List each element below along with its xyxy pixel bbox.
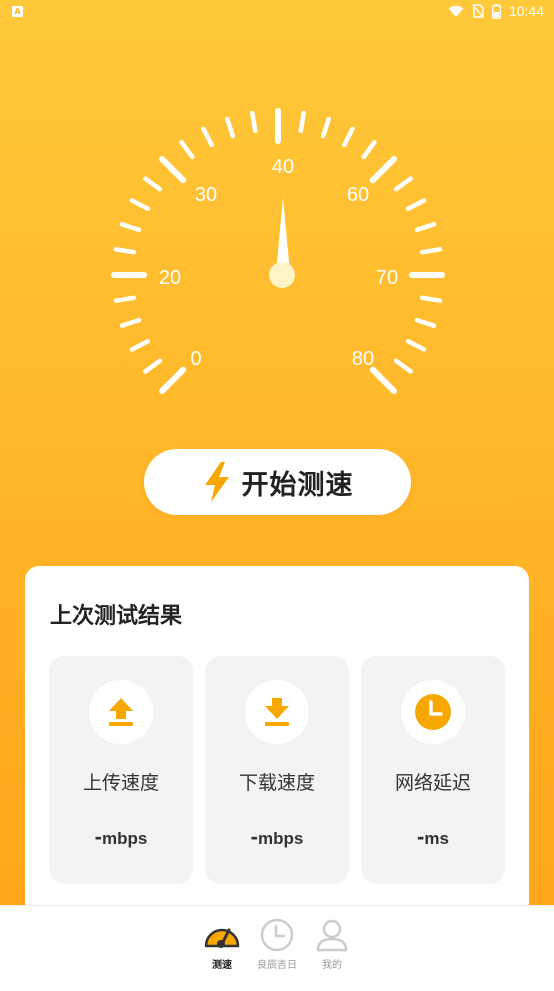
lightning-bolt-icon xyxy=(204,462,229,502)
gauge-tick xyxy=(143,358,163,374)
download-icon-circle xyxy=(245,680,309,744)
no-sim-icon xyxy=(472,4,484,18)
nav-tab-speedtest[interactable]: 测速 xyxy=(192,918,252,971)
gauge-tick xyxy=(129,198,151,211)
gauge-tick xyxy=(369,156,397,184)
battery-icon xyxy=(491,3,501,19)
status-icons: 10:44 xyxy=(448,3,544,19)
nav-label-profile: 我的 xyxy=(322,960,342,971)
latency-label: 网络延迟 xyxy=(394,772,471,794)
gauge-tick xyxy=(419,295,443,303)
wifi-icon xyxy=(448,5,464,17)
nav-tab-profile[interactable]: 我的 xyxy=(302,918,362,971)
upload-speed-box: 上传速度 -mbps xyxy=(49,656,193,884)
gauge-tick xyxy=(369,366,397,394)
gauge-tick xyxy=(159,366,187,394)
gauge-tick xyxy=(393,176,413,192)
gauge-tick xyxy=(342,126,355,148)
download-speed-value: -mbps xyxy=(250,824,304,849)
gauge-ticks xyxy=(111,108,445,394)
upload-speed-value: -mbps xyxy=(94,824,148,849)
upload-speed-label: 上传速度 xyxy=(82,772,159,794)
start-test-label: 开始测速 xyxy=(241,469,354,501)
gauge-label-40: 40 xyxy=(272,156,294,178)
gauge-label-60: 60 xyxy=(347,184,369,206)
user-icon xyxy=(316,919,348,952)
gauge-needle xyxy=(269,197,295,288)
gauge-label-70: 70 xyxy=(376,267,398,289)
download-speed-label: 下载速度 xyxy=(238,772,315,794)
bottom-nav: 测速 良辰吉日 我的 xyxy=(0,905,554,991)
nav-tab-auspicious-days[interactable]: 良辰吉日 xyxy=(247,918,307,971)
latency-value: -ms xyxy=(417,824,449,849)
gauge-tick xyxy=(250,110,258,134)
status-time: 10:44 xyxy=(508,3,544,19)
gauge-tick xyxy=(201,126,214,148)
clock-icon xyxy=(260,918,294,952)
speed-gauge: 0 20 30 40 60 70 80 xyxy=(111,108,445,394)
gauge-tick xyxy=(113,295,137,303)
gauge-tick xyxy=(414,317,437,328)
status-bar: A 10:44 xyxy=(0,0,554,24)
gauge-tick xyxy=(113,247,137,255)
gauge-tick xyxy=(143,176,163,192)
latency-box: 网络延迟 -ms xyxy=(361,656,505,884)
gauge-tick xyxy=(159,156,187,184)
start-test-button[interactable]: 开始测速 xyxy=(144,449,411,515)
gauge-tick xyxy=(225,116,236,139)
gauge-tick xyxy=(119,222,142,233)
gauge-tick xyxy=(405,339,427,352)
nav-label-speedtest: 测速 xyxy=(212,960,232,971)
download-icon xyxy=(265,698,289,726)
gauge-label-0: 0 xyxy=(190,348,201,370)
gauge-label-80: 80 xyxy=(352,348,374,370)
gauge-label-30: 30 xyxy=(195,184,217,206)
gauge-label-20: 20 xyxy=(159,267,181,289)
gauge-tick xyxy=(419,247,443,255)
gauge-tick xyxy=(119,317,142,328)
gauge-tick xyxy=(129,339,151,352)
gauge-tick xyxy=(414,222,437,233)
gauge-tick xyxy=(320,116,331,139)
app-notification-icon: A xyxy=(12,6,23,17)
last-result-title: 上次测试结果 xyxy=(50,604,183,629)
nav-label-auspicious-days: 良辰吉日 xyxy=(257,960,297,971)
gauge-tick xyxy=(405,198,427,211)
upload-icon-circle xyxy=(89,680,153,744)
last-result-card: 上次测试结果 上传速度 -mbps 下载速度 -mbps 网络延迟 -ms xyxy=(25,566,529,916)
speedometer-icon xyxy=(204,928,240,948)
gauge-tick xyxy=(361,140,377,160)
gauge-tick xyxy=(179,140,195,160)
gauge-tick xyxy=(298,110,306,134)
clock-icon-circle xyxy=(401,680,465,744)
upload-icon xyxy=(109,698,133,726)
gauge-tick xyxy=(393,358,413,374)
download-speed-box: 下载速度 -mbps xyxy=(205,656,349,884)
clock-icon xyxy=(415,694,451,730)
